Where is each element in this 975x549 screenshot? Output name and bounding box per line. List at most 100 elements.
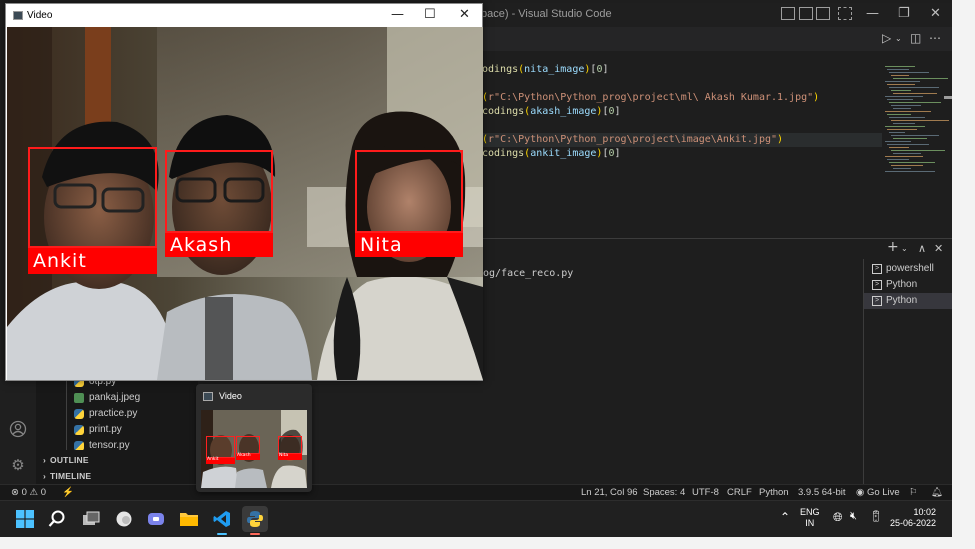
code-token: r"C:\Python\Python_prog\project\ml\ Akas…	[488, 92, 814, 103]
minimap-line	[889, 147, 909, 148]
input-language[interactable]: ENG IN	[800, 507, 820, 529]
account-feedback-icon[interactable]: ⚐	[909, 487, 918, 498]
minimize-icon[interactable]: —	[866, 6, 879, 21]
video-window-title: Video	[27, 10, 53, 21]
thumb-face-label-nita: Nita	[278, 453, 302, 460]
toggle-secondary-sidebar-icon[interactable]	[816, 7, 830, 20]
outline-section[interactable]: › OUTLINE	[43, 455, 89, 465]
editor-scrollbar[interactable]	[944, 96, 952, 99]
code-token: ]	[614, 106, 621, 117]
teams-chat-icon[interactable]	[143, 506, 169, 532]
indent-guide	[66, 380, 67, 450]
code-token: odings	[482, 64, 519, 75]
terminal-item-python-active[interactable]: > Python	[864, 293, 952, 309]
more-actions-icon[interactable]: ⋯	[929, 31, 941, 45]
new-terminal-icon[interactable]: +	[887, 239, 899, 255]
code-line[interactable]: (r"C:\Python\Python_prog\project\ml\ Aka…	[482, 91, 882, 105]
code-token: ankit_image	[530, 148, 597, 159]
windows-start-icon[interactable]	[12, 506, 38, 532]
cursor-position[interactable]: Ln 21, Col 96	[581, 487, 638, 498]
accounts-icon[interactable]	[9, 420, 27, 438]
notifications-bell-icon[interactable]: 🔔︎	[931, 487, 943, 498]
minimap-line	[891, 75, 909, 76]
clock-time: 10:02	[913, 507, 937, 517]
toggle-panel-icon[interactable]	[799, 7, 813, 20]
run-icon[interactable]: ▷	[882, 31, 891, 45]
language-mode[interactable]: Python	[759, 487, 789, 498]
clock-date: 25-06-2022	[890, 518, 937, 528]
chevron-down-icon[interactable]: ⌄	[901, 244, 908, 253]
section-label: TIMELINE	[50, 471, 92, 481]
minimap-line	[889, 72, 929, 73]
python-taskbar-icon[interactable]	[242, 506, 268, 535]
code-line[interactable]	[482, 119, 882, 133]
minimap-line	[887, 159, 909, 160]
restore-icon[interactable]: ❐	[898, 6, 910, 21]
indentation[interactable]: Spaces: 4	[643, 487, 685, 498]
problems-indicator[interactable]: ⊗ 0 ⚠ 0	[11, 487, 46, 498]
maximize-panel-icon[interactable]: ∧	[918, 242, 926, 255]
file-item-tensor[interactable]: tensor.py	[74, 438, 130, 450]
file-item-pankaj[interactable]: pankaj.jpeg	[74, 390, 140, 406]
network-globe-icon[interactable]: 🌐︎	[833, 510, 843, 525]
code-token: nita_image	[524, 64, 585, 75]
settings-gear-icon[interactable]: ⚙	[9, 456, 27, 474]
close-icon[interactable]: ✕	[930, 6, 941, 21]
code-line[interactable]: codings(akash_image)[0]	[482, 105, 882, 119]
volume-muted-icon[interactable]: 🔇︎	[850, 510, 857, 523]
show-hidden-icons-chevron-icon[interactable]: ⌃	[780, 510, 790, 524]
code-line[interactable]: odings(nita_image)[0]	[482, 63, 882, 77]
battery-charging-icon[interactable]: 🔋︎	[869, 510, 883, 523]
vscode-taskbar-icon[interactable]	[209, 506, 235, 535]
face-label-ankit: Ankit	[28, 248, 157, 274]
minimap-line	[893, 93, 937, 94]
code-editor[interactable]: odings(nita_image)[0] (r"C:\Python\Python…	[482, 63, 882, 238]
desktop: pace) - Visual Studio Code — ❐ ✕ ▷ ⌄ ◫ ⋯…	[0, 0, 975, 549]
timeline-section[interactable]: › TIMELINE	[43, 471, 91, 481]
close-panel-icon[interactable]: ✕	[934, 242, 943, 255]
widgets-icon[interactable]	[111, 506, 137, 532]
file-item-practice[interactable]: practice.py	[74, 406, 137, 422]
code-token: )	[777, 134, 784, 145]
code-token: codings	[482, 106, 525, 117]
toggle-sidebar-icon[interactable]	[781, 7, 795, 20]
code-line[interactable]	[482, 77, 882, 91]
minimap-line	[891, 165, 923, 166]
customize-layout-icon[interactable]	[838, 7, 852, 20]
code-line[interactable]: codings(ankit_image)[0]	[482, 147, 882, 161]
file-item-print[interactable]: print.py	[74, 422, 122, 438]
line-ending[interactable]: CRLF	[727, 487, 752, 498]
terminal-output[interactable]: og/face_reco.py	[483, 268, 573, 279]
minimap-line	[889, 162, 935, 163]
right-gutter	[952, 0, 975, 549]
minimap-line	[889, 87, 939, 88]
minimap-line	[893, 78, 948, 79]
file-label: pankaj.jpeg	[89, 392, 141, 403]
image-file-icon	[74, 393, 84, 403]
face-box-ankit	[28, 147, 157, 248]
go-live-button[interactable]: ◉ Go Live	[856, 487, 900, 498]
code-line[interactable]: (r"C:\Python\Python_prog\project\image\A…	[482, 133, 882, 147]
taskbar-thumbnail-preview[interactable]: Video Ankit Akash Nita	[196, 384, 312, 492]
thumb-face-label-akash: Akash	[236, 453, 260, 460]
minimize-icon[interactable]: —	[391, 7, 404, 22]
terminal-item-python[interactable]: > Python	[864, 277, 952, 293]
split-editor-icon[interactable]: ◫	[910, 31, 921, 45]
terminal-item-powershell[interactable]: > powershell	[864, 261, 952, 277]
clock[interactable]: 10:02 25-06-2022	[890, 507, 936, 529]
chevron-right-icon: ›	[43, 455, 47, 465]
python-interpreter[interactable]: 3.9.5 64-bit	[798, 487, 846, 498]
file-explorer-icon[interactable]	[176, 506, 202, 532]
minimap-line	[885, 126, 925, 127]
encoding[interactable]: UTF-8	[692, 487, 719, 498]
close-icon[interactable]: ✕	[459, 7, 470, 22]
live-share-icon[interactable]: ⚡	[62, 487, 74, 498]
minimap[interactable]	[885, 66, 949, 176]
video-window[interactable]: Video — ☐ ✕ Ankit Akash Nita	[5, 3, 483, 381]
search-icon[interactable]	[44, 506, 70, 532]
maximize-icon[interactable]: ☐	[424, 7, 436, 22]
bottom-gutter	[0, 537, 975, 549]
chevron-down-icon[interactable]: ⌄	[895, 34, 902, 43]
minimap-line	[893, 138, 927, 139]
task-view-icon[interactable]	[78, 506, 104, 532]
